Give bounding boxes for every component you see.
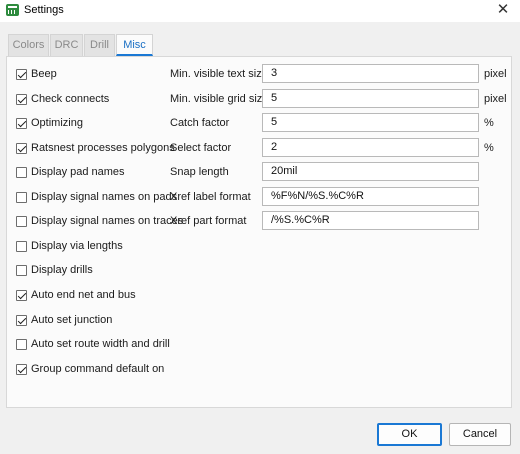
min-grid-size-label: Min. visible grid size — [170, 93, 269, 105]
checkbox-label: Group command default on — [31, 363, 165, 375]
checkbox-label: Beep — [31, 68, 57, 80]
snap-length-input[interactable]: 20mil — [262, 162, 479, 181]
xref-label-format-input[interactable]: %F%N/%S.%C%R — [262, 187, 479, 206]
checkbox-label: Check connects — [31, 93, 110, 105]
title-bar: Settings ✕ — [0, 0, 520, 22]
checkbox-box[interactable] — [16, 290, 27, 301]
checkbox-label: Optimizing — [31, 117, 83, 129]
select-factor-label: Select factor — [170, 142, 232, 154]
checkbox-box[interactable] — [16, 241, 27, 252]
app-icon — [6, 4, 19, 16]
catch-factor-unit: % — [484, 117, 494, 129]
tab-colors[interactable]: Colors — [8, 34, 49, 56]
ok-button[interactable]: OK — [377, 423, 442, 446]
xref-part-format-input[interactable]: /%S.%C%R — [262, 211, 479, 230]
checkbox-box[interactable] — [16, 364, 27, 375]
checkbox-box[interactable] — [16, 192, 27, 203]
tab-drill[interactable]: Drill — [84, 34, 115, 56]
checkbox-label: Auto end net and bus — [31, 289, 136, 301]
checkbox-label: Auto set junction — [31, 314, 113, 326]
checkbox-box[interactable] — [16, 69, 27, 80]
min-text-size-label: Min. visible text size — [170, 68, 268, 80]
tab-misc[interactable]: Misc — [116, 34, 153, 56]
window-title: Settings — [24, 4, 64, 16]
xref-label-format-label: Xref label format — [170, 191, 251, 203]
checkbox-box[interactable] — [16, 167, 27, 178]
checkbox-label: Display pad names — [31, 166, 125, 178]
select-factor-input[interactable]: 2 — [262, 138, 479, 157]
checkbox-box[interactable] — [16, 216, 27, 227]
checkbox-label: Auto set route width and drill — [31, 338, 170, 350]
checkbox-box[interactable] — [16, 265, 27, 276]
min-text-size-unit: pixel — [484, 68, 507, 80]
snap-length-label: Snap length — [170, 166, 229, 178]
tab-drc[interactable]: DRC — [50, 34, 83, 56]
catch-factor-label: Catch factor — [170, 117, 230, 129]
checkbox-label: Display signal names on pads — [31, 191, 178, 203]
close-icon[interactable]: ✕ — [486, 0, 520, 20]
checkbox-box[interactable] — [16, 94, 27, 105]
checkbox-label: Display drills — [31, 264, 93, 276]
min-text-size-input[interactable]: 3 — [262, 64, 479, 83]
min-grid-size-input[interactable]: 5 — [262, 89, 479, 108]
checkbox-box[interactable] — [16, 315, 27, 326]
settings-panel — [6, 56, 512, 408]
min-grid-size-unit: pixel — [484, 93, 507, 105]
xref-part-format-label: Xref part format — [170, 215, 247, 227]
checkbox-label: Ratsnest processes polygons — [31, 142, 175, 154]
select-factor-unit: % — [484, 142, 494, 154]
checkbox-box[interactable] — [16, 143, 27, 154]
cancel-button[interactable]: Cancel — [449, 423, 511, 446]
checkbox-box[interactable] — [16, 339, 27, 350]
checkbox-box[interactable] — [16, 118, 27, 129]
catch-factor-input[interactable]: 5 — [262, 113, 479, 132]
checkbox-label: Display via lengths — [31, 240, 123, 252]
checkbox-label: Display signal names on traces — [31, 215, 184, 227]
